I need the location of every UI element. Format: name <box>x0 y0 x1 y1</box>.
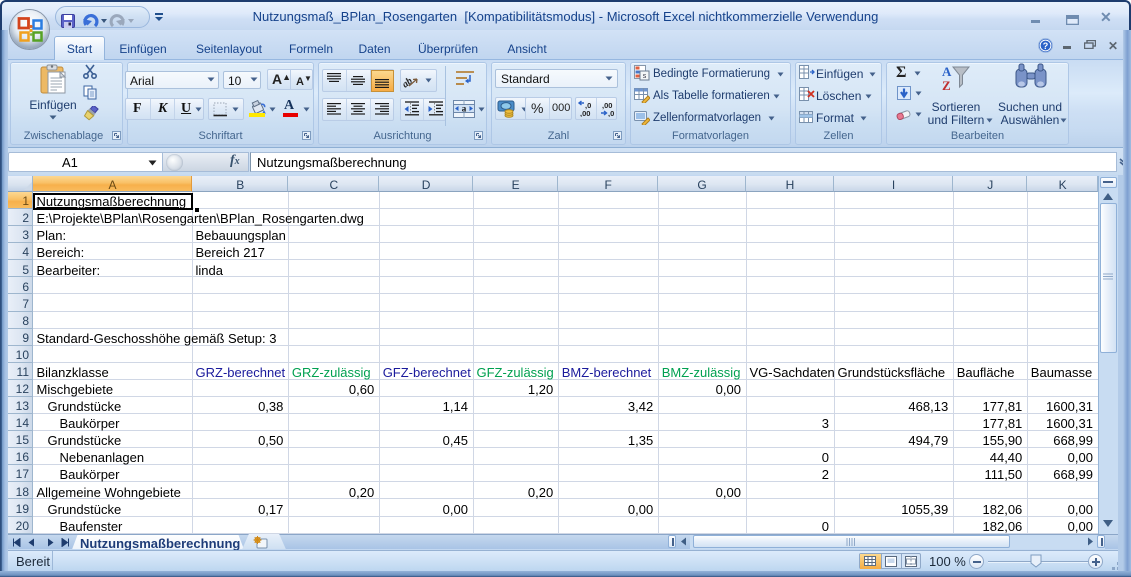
svg-text:?: ? <box>1043 41 1049 51</box>
svg-text:A: A <box>942 64 952 79</box>
svg-text:Z: Z <box>942 78 951 93</box>
svg-text:,0: ,0 <box>608 109 614 117</box>
svg-text:a: a <box>462 104 467 114</box>
svg-text:,00: ,00 <box>580 109 590 117</box>
